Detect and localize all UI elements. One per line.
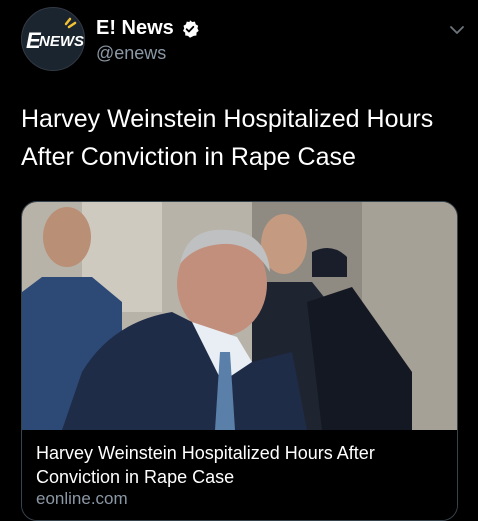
- chevron-down-icon[interactable]: [448, 21, 466, 39]
- link-card-title[interactable]: Harvey Weinstein Hospitalized Hours Afte…: [36, 441, 446, 489]
- news-photo-image[interactable]: [22, 202, 457, 430]
- display-name[interactable]: E! News: [96, 17, 200, 40]
- user-handle[interactable]: @enews: [96, 43, 166, 64]
- display-name-text: E! News: [96, 17, 174, 39]
- svg-text:NEWS: NEWS: [39, 33, 84, 50]
- tweet-header: E NEWS E! News @enews: [21, 7, 466, 71]
- enews-logo-icon: E NEWS: [22, 8, 84, 70]
- avatar[interactable]: E NEWS: [21, 7, 85, 71]
- link-card[interactable]: Harvey Weinstein Hospitalized Hours Afte…: [21, 201, 458, 521]
- tweet-text: Harvey Weinstein Hospitalized Hours Afte…: [21, 105, 434, 171]
- verified-badge-icon: [182, 19, 199, 38]
- link-card-domain: eonline.com: [36, 489, 128, 508]
- link-card-body[interactable]: Harvey Weinstein Hospitalized Hours Afte…: [22, 430, 457, 520]
